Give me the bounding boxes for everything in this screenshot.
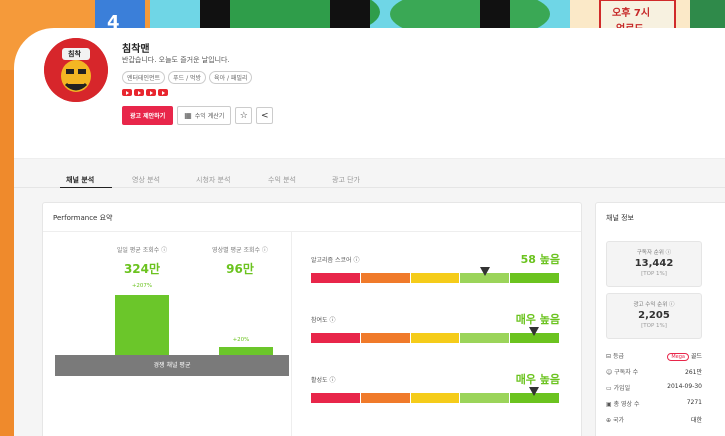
info-value: 대한: [690, 417, 702, 424]
activity-score-gauge: [311, 393, 559, 403]
video-views-label: 영상별 평균 조회수 ⓘ: [212, 247, 268, 254]
youtube-icon[interactable]: [122, 89, 132, 96]
youtube-icon[interactable]: [158, 89, 168, 96]
video-views-metric: 영상별 평균 조회수 ⓘ 96만: [185, 245, 295, 277]
algorithm-score-label: 알고리즘 스코어 ⓘ: [311, 257, 360, 264]
analysis-tabs: 채널 분석 영상 분석 시청자 분석 수익 분석 광고 단가: [14, 158, 725, 189]
tab-audience-analysis[interactable]: 시청자 분석: [196, 175, 230, 185]
info-key: 가입일: [613, 385, 631, 392]
activity-score-value: 매우 높음: [515, 373, 560, 386]
tag-chip[interactable]: 육아 / 패밀리: [209, 71, 253, 84]
tab-revenue-analysis[interactable]: 수익 분석: [268, 175, 296, 185]
avatar-face-icon: [44, 38, 108, 102]
tab-video-analysis[interactable]: 영상 분석: [132, 175, 160, 185]
star-icon[interactable]: ☆: [235, 107, 253, 124]
info-key: 총 영상 수: [613, 401, 640, 408]
revenue-calculator-button[interactable]: ▦ 수익 계산기: [177, 106, 232, 125]
info-key: 국가: [612, 417, 624, 424]
competitor-average-bar: 경쟁 채널 평균: [55, 355, 289, 376]
info-value: 2014-09-30: [667, 383, 702, 390]
info-key: 등급: [612, 353, 624, 360]
revenue-rank-box: 광고 수익 순위 ⓘ 2,205 [TOP 1%]: [606, 293, 702, 339]
daily-views-bar: [115, 295, 169, 355]
engagement-score-gauge: [311, 333, 559, 343]
video-views-value: 96만: [226, 262, 254, 276]
avatar-cap-text: 침착: [68, 50, 81, 58]
info-value: 7271: [686, 399, 702, 406]
subscriber-rank-top: [TOP 1%]: [641, 271, 667, 277]
banner-caption-line1: 오후 7시: [612, 8, 651, 19]
info-value: Mega 골드: [667, 351, 702, 361]
revenue-calculator-label: 수익 계산기: [194, 113, 225, 120]
divider: [43, 231, 581, 232]
tab-channel-analysis[interactable]: 채널 분석: [66, 175, 94, 185]
tag-chip[interactable]: 엔터테인먼트: [122, 71, 166, 84]
calculator-icon: ▦: [184, 111, 192, 120]
activity-score-label: 활성도 ⓘ: [311, 377, 336, 384]
algorithm-score-marker: [479, 267, 490, 276]
globe-icon: ⊕ 국가: [606, 417, 624, 424]
daily-views-pct: +207%: [131, 283, 153, 289]
youtube-icon[interactable]: [134, 89, 144, 96]
performance-panel: Performance 요약 일일 평균 조회수 ⓘ 324만 +207% 영상…: [42, 202, 582, 436]
tab-ad-price[interactable]: 광고 단가: [332, 175, 360, 185]
video-views-pct: +20%: [232, 337, 250, 343]
calendar-icon: ▭ 가입일: [606, 385, 631, 392]
channel-info-title: 채널 정보: [606, 214, 634, 222]
channel-info-panel: 채널 정보 구독자 순위 ⓘ 13,442 [TOP 1%] 광고 수익 순위 …: [595, 202, 725, 436]
share-icon[interactable]: <: [256, 107, 274, 124]
revenue-rank-label: 광고 수익 순위 ⓘ: [633, 302, 675, 308]
youtube-icon[interactable]: [146, 89, 156, 96]
info-key: 구독자 수: [614, 369, 639, 376]
channel-name: 침착맨: [122, 44, 150, 55]
channel-tags: 엔터테인먼트 푸드 / 먹방 육아 / 패밀리: [122, 71, 253, 84]
profile-header: 침착 침착맨 반갑습니다. 오늘도 즐거운 날입니다. 엔터테인먼트 푸드 / …: [44, 38, 725, 158]
tag-chip[interactable]: 푸드 / 먹방: [168, 71, 207, 84]
revenue-rank-value: 2,205: [638, 310, 670, 321]
info-value: 261만: [685, 369, 702, 376]
daily-views-value: 324만: [123, 262, 161, 276]
action-buttons: 광고 제안하기 ▦ 수익 계산기 ☆ <: [122, 106, 274, 125]
revenue-rank-top: [TOP 1%]: [641, 323, 667, 329]
grade-icon: ⊟ 등급: [606, 353, 624, 360]
engagement-score-value: 매우 높음: [515, 313, 560, 326]
video-views-bar: [219, 347, 273, 355]
grade-value: 골드: [690, 353, 702, 360]
subscriber-rank-box: 구독자 순위 ⓘ 13,442 [TOP 1%]: [606, 241, 702, 287]
subscriber-rank-value: 13,442: [634, 258, 674, 269]
avatar: 침착: [44, 38, 108, 102]
ad-proposal-button[interactable]: 광고 제안하기: [122, 106, 174, 125]
subscriber-rank-label: 구독자 순위 ⓘ: [636, 250, 672, 256]
performance-title: Performance 요약: [53, 214, 113, 222]
activity-score-marker: [529, 387, 540, 396]
daily-views-metric: 일일 평균 조회수 ⓘ 324만: [87, 245, 197, 277]
channel-description: 반갑습니다. 오늘도 즐거운 날입니다.: [122, 56, 230, 64]
grade-badge: Mega: [667, 353, 689, 361]
engagement-score-label: 참여도 ⓘ: [311, 317, 336, 324]
algorithm-score-value: 58 높음: [520, 253, 560, 266]
user-icon: ☺ 구독자 수: [606, 369, 639, 376]
video-icon: ▣ 총 영상 수: [606, 401, 640, 408]
channel-card: 침착 침착맨 반갑습니다. 오늘도 즐거운 날입니다. 엔터테인먼트 푸드 / …: [14, 28, 725, 436]
daily-views-label: 일일 평균 조회수 ⓘ: [116, 247, 168, 254]
algorithm-score-gauge: [311, 273, 559, 283]
engagement-score-marker: [529, 327, 540, 336]
linked-channels: [122, 89, 168, 96]
content-area: Performance 요약 일일 평균 조회수 ⓘ 324만 +207% 영상…: [14, 188, 725, 436]
